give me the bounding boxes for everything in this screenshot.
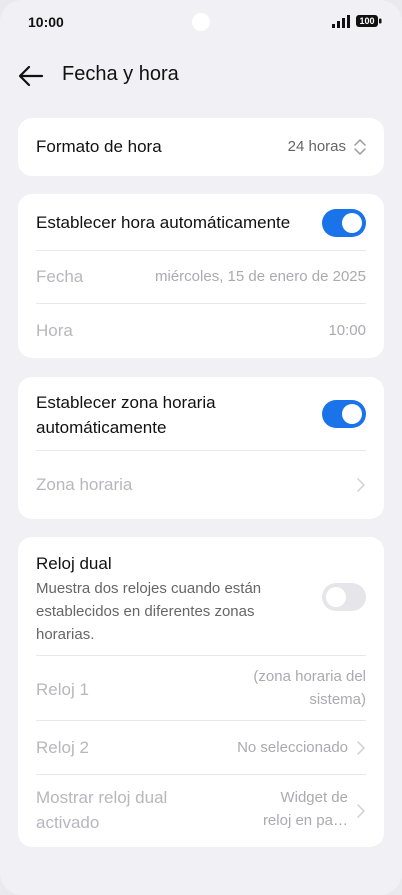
status-bar: 10:00 100 <box>0 0 402 44</box>
time-format-row[interactable]: Formato de hora 24 horas <box>18 118 384 176</box>
toggle-knob <box>342 404 362 424</box>
auto-timezone-label-line1: Establecer zona horaria <box>36 393 216 412</box>
up-down-chevron-icon <box>354 139 366 155</box>
time-format-card: Formato de hora 24 horas <box>18 118 384 176</box>
signal-icon <box>332 15 350 28</box>
chevron-right-icon <box>357 478 365 492</box>
show-dual-clock-value-line1: Widget de <box>280 789 348 806</box>
date-value: miércoles, 15 de enero de 2025 <box>155 268 366 285</box>
dual-clock-row: Reloj dual Muestra dos relojes cuando es… <box>18 537 384 655</box>
chevron-right-icon <box>357 804 365 818</box>
time-format-value: 24 horas <box>287 138 346 155</box>
auto-time-label: Establecer hora automáticamente <box>36 213 291 232</box>
dual-clock-toggle[interactable] <box>322 583 366 611</box>
dual-clock-description-line3: horarias. <box>36 626 95 643</box>
camera-cutout <box>192 13 210 31</box>
header: Fecha y hora <box>0 52 402 100</box>
timezone-row[interactable]: Zona horaria <box>36 450 366 520</box>
date-label: Fecha <box>36 267 84 286</box>
time-row[interactable]: Hora 10:00 <box>36 303 366 359</box>
back-arrow-icon[interactable] <box>18 64 44 88</box>
clock1-value-line1: (zona horaria del <box>253 668 366 685</box>
show-dual-clock-label-line2: activado <box>36 813 100 832</box>
timezone-label: Zona horaria <box>36 475 133 494</box>
auto-time-card: Establecer hora automáticamente Fecha mi… <box>18 194 384 358</box>
clock2-value: No seleccionado <box>237 739 348 756</box>
clock2-row[interactable]: Reloj 2 No seleccionado <box>36 720 366 775</box>
status-time: 10:00 <box>28 14 64 30</box>
dual-clock-card: Reloj dual Muestra dos relojes cuando es… <box>18 537 384 847</box>
auto-timezone-card: Establecer zona horaria automáticamente … <box>18 377 384 519</box>
auto-time-toggle[interactable] <box>322 209 366 237</box>
auto-timezone-row: Establecer zona horaria automáticamente <box>18 377 384 450</box>
time-label: Hora <box>36 321 73 340</box>
show-dual-clock-label-line1: Mostrar reloj dual <box>36 788 168 807</box>
auto-timezone-toggle[interactable] <box>322 400 366 428</box>
dual-clock-description-line1: Muestra dos relojes cuando están <box>36 580 262 597</box>
show-dual-clock-value-line2: reloj en pa… <box>262 812 348 829</box>
auto-timezone-label-line2: automáticamente <box>36 418 167 437</box>
clock2-label: Reloj 2 <box>36 738 89 757</box>
chevron-right-icon <box>357 741 365 755</box>
time-value: 10:00 <box>328 322 366 339</box>
dual-clock-description-line2: establecidos en diferentes zonas <box>36 603 255 620</box>
clock1-value-line2: sistema) <box>309 691 366 708</box>
toggle-knob <box>326 587 346 607</box>
battery-level: 100 <box>359 16 375 26</box>
show-dual-clock-row[interactable]: Mostrar reloj dual activado Widget de re… <box>36 774 366 848</box>
page-title: Fecha y hora <box>62 63 179 85</box>
date-row[interactable]: Fecha miércoles, 15 de enero de 2025 <box>36 250 366 304</box>
toggle-knob <box>342 213 362 233</box>
clock1-row[interactable]: Reloj 1 (zona horaria del sistema) <box>36 655 366 721</box>
phone-screen: 10:00 100 Fecha y hora Formato de hora 2… <box>0 0 402 895</box>
auto-time-row: Establecer hora automáticamente <box>18 194 384 250</box>
dual-clock-title: Reloj dual <box>36 554 112 573</box>
time-format-label: Formato de hora <box>36 137 162 156</box>
clock1-label: Reloj 1 <box>36 680 89 699</box>
